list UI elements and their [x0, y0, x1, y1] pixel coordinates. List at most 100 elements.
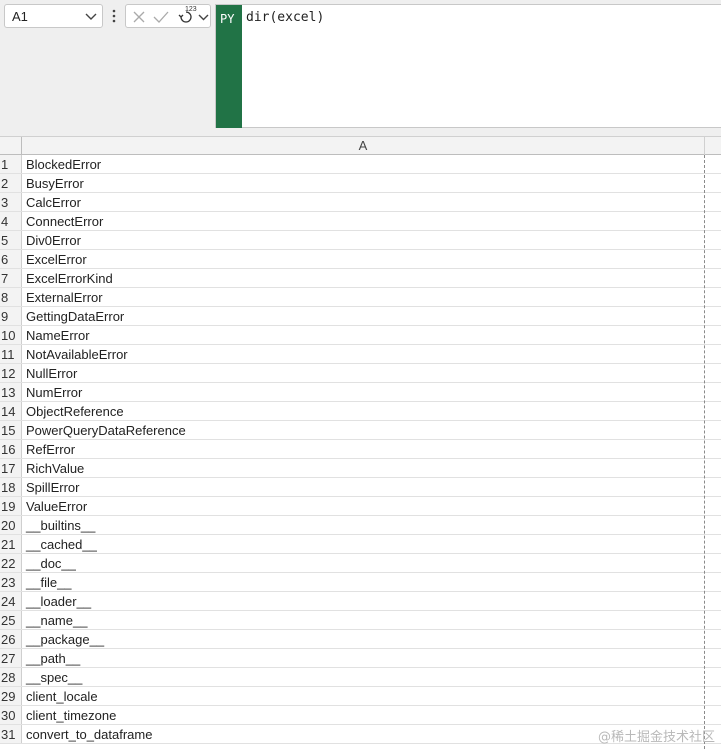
row-number[interactable]: 8: [0, 288, 22, 306]
table-row: 26 __package__: [0, 630, 721, 649]
cell-value[interactable]: NumError: [22, 383, 705, 401]
table-row: 15 PowerQueryDataReference: [0, 421, 721, 440]
row-number[interactable]: 18: [0, 478, 22, 496]
cell-value[interactable]: Div0Error: [22, 231, 705, 249]
cell-value[interactable]: ExcelError: [22, 250, 705, 268]
row-number[interactable]: 23: [0, 573, 22, 591]
cell-value[interactable]: __file__: [22, 573, 705, 591]
watermark: @稀土掘金技术社区: [597, 730, 715, 745]
cell-value[interactable]: RichValue: [22, 459, 705, 477]
row-number[interactable]: 2: [0, 174, 22, 192]
formula-bar-area: A1 123 PY dir(excel): [0, 0, 721, 136]
table-row: 19 ValueError: [0, 497, 721, 516]
row-number[interactable]: 6: [0, 250, 22, 268]
table-row: 24 __loader__: [0, 592, 721, 611]
row-number[interactable]: 13: [0, 383, 22, 401]
cell-value[interactable]: client_locale: [22, 687, 705, 705]
row-number[interactable]: 5: [0, 231, 22, 249]
output-type-superscript: 123: [185, 6, 197, 13]
cell-value[interactable]: PowerQueryDataReference: [22, 421, 705, 439]
table-row: 11 NotAvailableError: [0, 345, 721, 364]
cell-value[interactable]: GettingDataError: [22, 307, 705, 325]
table-row: 14 ObjectReference: [0, 402, 721, 421]
table-row: 21 __cached__: [0, 535, 721, 554]
row-number[interactable]: 16: [0, 440, 22, 458]
cell-value[interactable]: __spec__: [22, 668, 705, 686]
table-row: 30 client_timezone: [0, 706, 721, 725]
table-row: 23 __file__: [0, 573, 721, 592]
row-number[interactable]: 7: [0, 269, 22, 287]
table-row: 6 ExcelError: [0, 250, 721, 269]
cell-value[interactable]: client_timezone: [22, 706, 705, 724]
row-number[interactable]: 15: [0, 421, 22, 439]
select-all-corner[interactable]: [0, 137, 22, 155]
column-header-a[interactable]: A: [22, 137, 705, 155]
table-row: 5 Div0Error: [0, 231, 721, 250]
cell-value[interactable]: CalcError: [22, 193, 705, 211]
row-number[interactable]: 30: [0, 706, 22, 724]
cell-value[interactable]: NameError: [22, 326, 705, 344]
cancel-icon[interactable]: [132, 10, 146, 24]
table-row: 16 RefError: [0, 440, 721, 459]
enter-icon[interactable]: [153, 10, 169, 24]
cell-value[interactable]: __package__: [22, 630, 705, 648]
table-row: 18 SpillError: [0, 478, 721, 497]
python-badge: PY: [216, 5, 242, 128]
row-number[interactable]: 25: [0, 611, 22, 629]
row-number[interactable]: 29: [0, 687, 22, 705]
cell-value[interactable]: SpillError: [22, 478, 705, 496]
cell-value[interactable]: ValueError: [22, 497, 705, 515]
cell-value[interactable]: __loader__: [22, 592, 705, 610]
row-number[interactable]: 20: [0, 516, 22, 534]
table-row: 8 ExternalError: [0, 288, 721, 307]
table-row: 20 __builtins__: [0, 516, 721, 535]
row-number[interactable]: 24: [0, 592, 22, 610]
row-number[interactable]: 27: [0, 649, 22, 667]
cell-value[interactable]: ExcelErrorKind: [22, 269, 705, 287]
row-number[interactable]: 10: [0, 326, 22, 344]
row-number[interactable]: 28: [0, 668, 22, 686]
row-number[interactable]: 31: [0, 725, 22, 743]
cell-value[interactable]: ExternalError: [22, 288, 705, 306]
more-options-icon[interactable]: [111, 9, 117, 23]
row-number[interactable]: 19: [0, 497, 22, 515]
table-row: 4 ConnectError: [0, 212, 721, 231]
column-header-row: A: [0, 136, 721, 155]
formula-input[interactable]: PY dir(excel): [215, 4, 721, 128]
cell-value[interactable]: __cached__: [22, 535, 705, 553]
cell-value[interactable]: NullError: [22, 364, 705, 382]
table-row: 7 ExcelErrorKind: [0, 269, 721, 288]
cell-value[interactable]: ObjectReference: [22, 402, 705, 420]
row-number[interactable]: 11: [0, 345, 22, 363]
chevron-down-icon[interactable]: [85, 12, 97, 22]
table-row: 2 BusyError: [0, 174, 721, 193]
cell-value[interactable]: NotAvailableError: [22, 345, 705, 363]
row-number[interactable]: 12: [0, 364, 22, 382]
row-number[interactable]: 9: [0, 307, 22, 325]
row-number[interactable]: 26: [0, 630, 22, 648]
name-box-value: A1: [12, 9, 28, 24]
table-row: 17 RichValue: [0, 459, 721, 478]
table-row: 27 __path__: [0, 649, 721, 668]
cell-value[interactable]: __doc__: [22, 554, 705, 572]
row-number[interactable]: 14: [0, 402, 22, 420]
cell-value[interactable]: ConnectError: [22, 212, 705, 230]
cell-value[interactable]: __name__: [22, 611, 705, 629]
table-row: 1 BlockedError: [0, 155, 721, 174]
table-row: 13 NumError: [0, 383, 721, 402]
row-number[interactable]: 22: [0, 554, 22, 572]
row-number[interactable]: 1: [0, 155, 22, 173]
row-number[interactable]: 21: [0, 535, 22, 553]
row-number[interactable]: 17: [0, 459, 22, 477]
name-box[interactable]: A1: [4, 4, 103, 28]
cell-value[interactable]: BlockedError: [22, 155, 705, 173]
cell-value[interactable]: BusyError: [22, 174, 705, 192]
cell-value[interactable]: __builtins__: [22, 516, 705, 534]
table-row: 3 CalcError: [0, 193, 721, 212]
cell-value[interactable]: RefError: [22, 440, 705, 458]
table-row: 25 __name__: [0, 611, 721, 630]
cell-value[interactable]: __path__: [22, 649, 705, 667]
row-number[interactable]: 3: [0, 193, 22, 211]
output-type-chevron-icon[interactable]: [198, 13, 209, 22]
row-number[interactable]: 4: [0, 212, 22, 230]
